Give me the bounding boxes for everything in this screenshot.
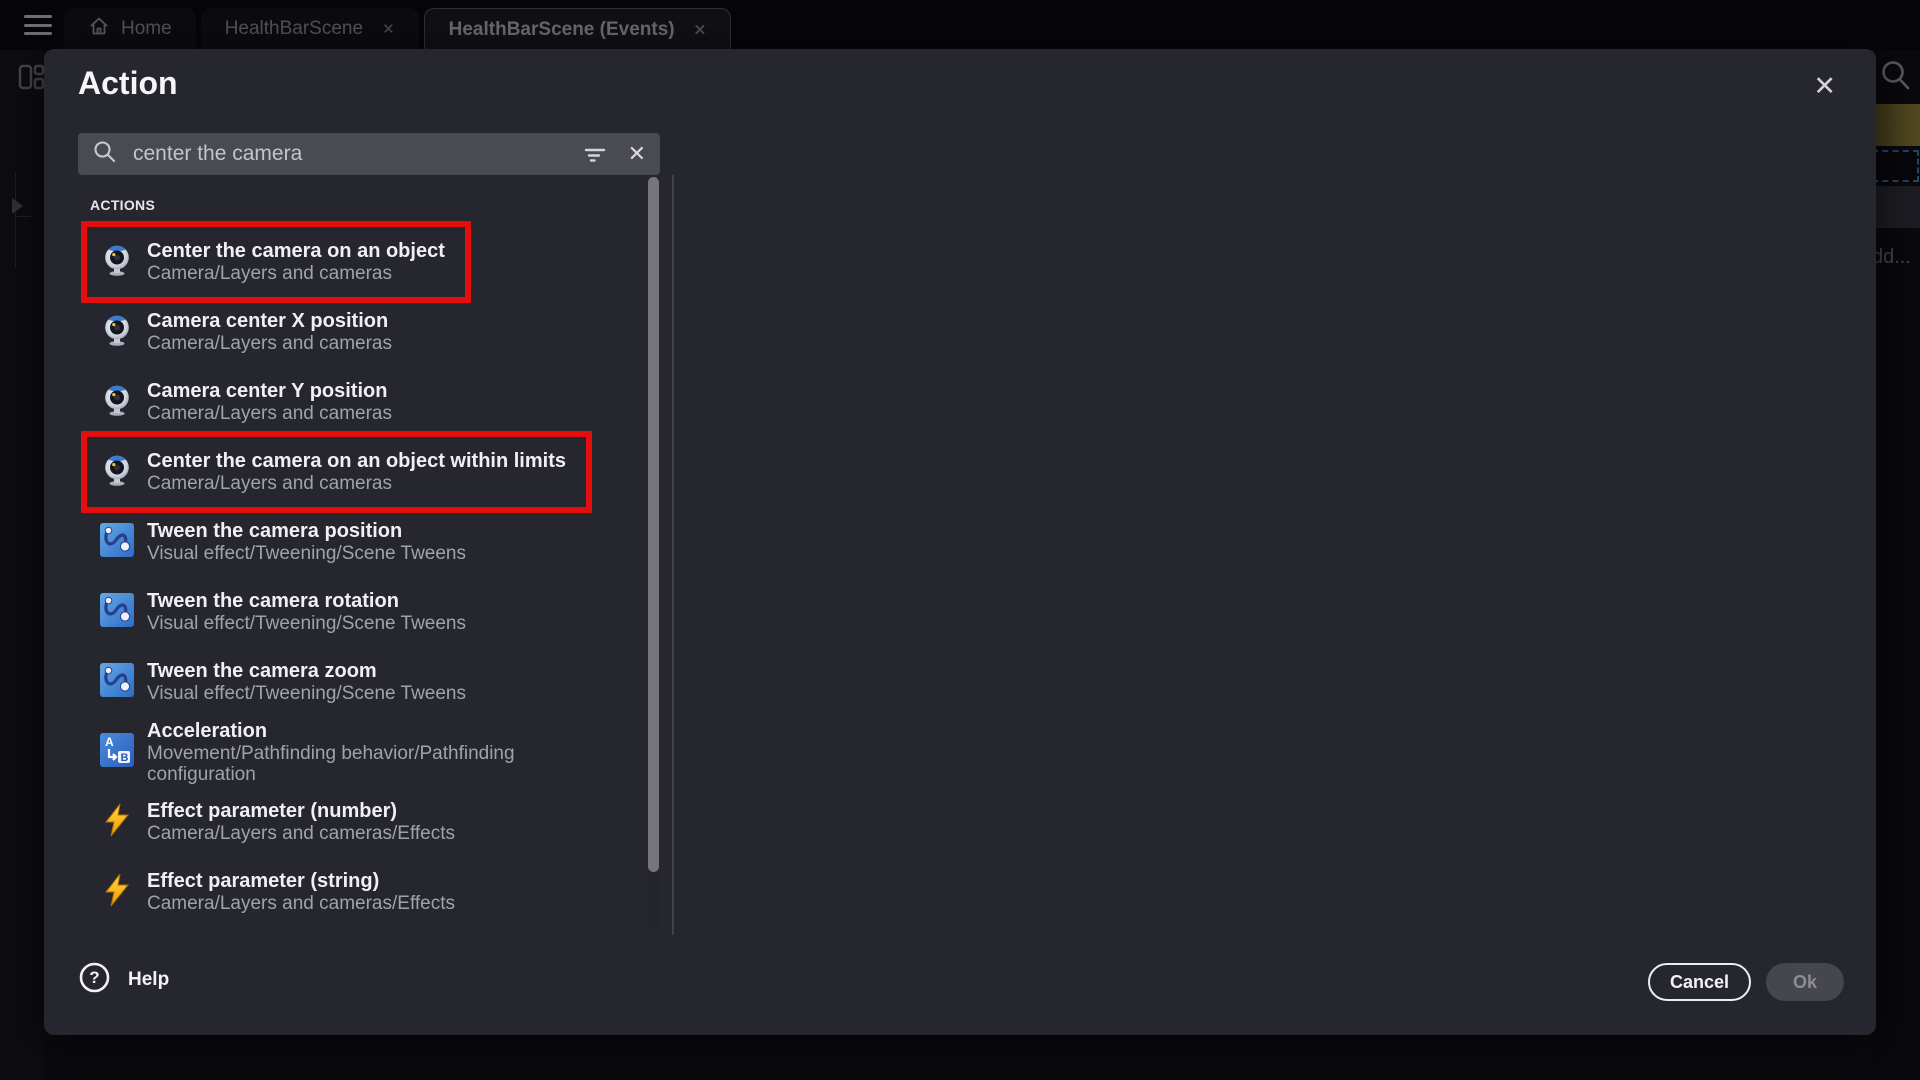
action-item-title: Effect parameter (number) bbox=[147, 800, 455, 823]
list-scrollbar-thumb[interactable] bbox=[648, 177, 659, 872]
camera-icon bbox=[100, 313, 134, 352]
filter-icon[interactable] bbox=[582, 141, 608, 167]
lightning-icon bbox=[100, 873, 134, 912]
action-item-path: Visual effect/Tweening/Scene Tweens bbox=[147, 613, 466, 634]
action-item-title: Tween the camera zoom bbox=[147, 660, 466, 683]
action-list-item[interactable]: A B Acceleration Movement/Pathfinding be… bbox=[78, 717, 654, 787]
tween-icon bbox=[100, 663, 134, 702]
clear-search-icon[interactable]: ✕ bbox=[628, 141, 646, 167]
dialog-title: Action bbox=[78, 65, 178, 102]
tween-icon bbox=[100, 523, 134, 562]
help-label: Help bbox=[128, 969, 169, 991]
action-list-item[interactable]: Effect parameter (number) Camera/Layers … bbox=[78, 787, 654, 857]
action-item-title: Camera center X position bbox=[147, 310, 392, 333]
action-dialog: Action ✕ ✕ ACTIONS bbox=[44, 49, 1876, 1035]
action-list-item[interactable]: Tween the camera position Visual effect/… bbox=[78, 507, 654, 577]
help-icon: ? bbox=[78, 961, 111, 999]
help-button[interactable]: ? Help bbox=[78, 961, 169, 999]
action-list-item[interactable]: Effect parameter (string) Camera/Layers … bbox=[78, 857, 654, 927]
lightning-icon bbox=[100, 803, 134, 842]
camera-icon bbox=[100, 243, 134, 282]
search-input[interactable] bbox=[131, 141, 572, 167]
action-search-bar[interactable]: ✕ bbox=[78, 133, 660, 175]
action-item-title: Camera center Y position bbox=[147, 380, 392, 403]
camera-icon bbox=[100, 383, 134, 422]
pathfinding-icon: A B bbox=[100, 733, 134, 772]
action-item-path: Camera/Layers and cameras bbox=[147, 403, 392, 424]
action-item-path: Camera/Layers and cameras/Effects bbox=[147, 893, 455, 914]
svg-text:B: B bbox=[121, 752, 129, 764]
dialog-close-icon[interactable]: ✕ bbox=[1813, 71, 1836, 102]
action-item-title: Effect parameter (string) bbox=[147, 870, 455, 893]
svg-text:?: ? bbox=[89, 968, 99, 987]
action-list-item[interactable]: Camera center Y position Camera/Layers a… bbox=[78, 367, 654, 437]
list-scrollbar-track[interactable] bbox=[648, 177, 659, 930]
ok-button[interactable]: Ok bbox=[1766, 963, 1844, 1001]
cancel-button[interactable]: Cancel bbox=[1648, 963, 1751, 1001]
action-results-list: ACTIONS Center the camera on an object bbox=[78, 185, 654, 930]
action-list-item[interactable]: Tween the camera zoom Visual effect/Twee… bbox=[78, 647, 654, 717]
action-item-title: Center the camera on an object within li… bbox=[147, 450, 566, 473]
action-item-title: Tween the camera rotation bbox=[147, 590, 466, 613]
panel-divider bbox=[672, 175, 674, 935]
action-item-title: Acceleration bbox=[147, 720, 599, 743]
action-item-path: Camera/Layers and cameras bbox=[147, 263, 445, 284]
action-list-item[interactable]: Center the camera on an object Camera/La… bbox=[81, 221, 471, 303]
action-item-path: Camera/Layers and cameras/Effects bbox=[147, 823, 455, 844]
action-item-path: Visual effect/Tweening/Scene Tweens bbox=[147, 683, 466, 704]
action-list-item[interactable]: Tween the camera rotation Visual effect/… bbox=[78, 577, 654, 647]
action-item-title: Tween the camera position bbox=[147, 520, 466, 543]
action-item-path: Camera/Layers and cameras bbox=[147, 333, 392, 354]
camera-icon bbox=[100, 453, 134, 492]
action-item-path: Movement/Pathfinding behavior/Pathfindin… bbox=[147, 743, 599, 785]
action-item-path: Camera/Layers and cameras bbox=[147, 473, 566, 494]
action-list-item[interactable]: Camera center X position Camera/Layers a… bbox=[78, 297, 654, 367]
svg-text:A: A bbox=[105, 735, 114, 749]
action-rows: Center the camera on an object Camera/La… bbox=[78, 221, 654, 927]
action-item-path: Visual effect/Tweening/Scene Tweens bbox=[147, 543, 466, 564]
search-icon bbox=[92, 139, 118, 170]
action-item-title: Center the camera on an object bbox=[147, 240, 445, 263]
tween-icon bbox=[100, 593, 134, 632]
section-header: ACTIONS bbox=[90, 197, 654, 213]
action-list-item[interactable]: Center the camera on an object within li… bbox=[81, 431, 592, 513]
